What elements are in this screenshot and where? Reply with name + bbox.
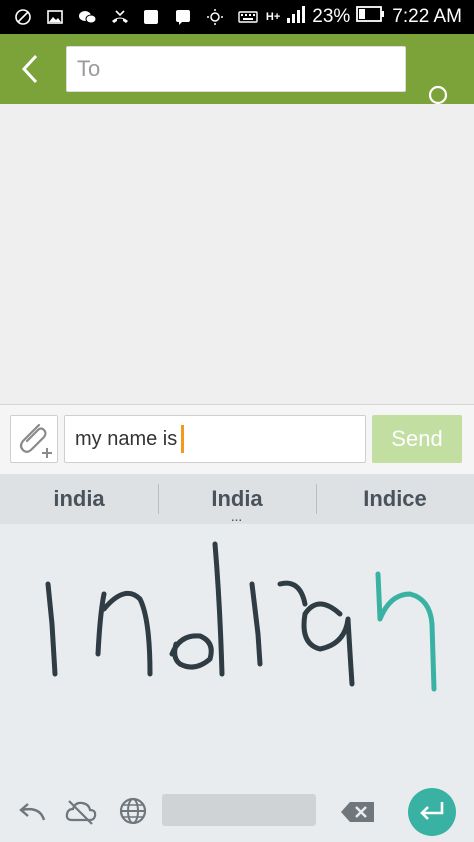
enter-icon: [420, 801, 444, 820]
dnd-icon: [14, 8, 32, 26]
space-key[interactable]: [162, 794, 316, 826]
handwriting-canvas[interactable]: [0, 524, 474, 784]
keyboard-toolbar: [0, 784, 474, 842]
clock: 7:22 AM: [392, 6, 462, 27]
suggestion-bar: india India ... Indice: [0, 474, 474, 524]
message-text: my name is: [75, 427, 178, 450]
brightness-icon: [206, 8, 224, 26]
keyboard-icon: [238, 8, 258, 26]
bim-icon: [142, 8, 160, 26]
paperclip-icon: [19, 423, 52, 458]
attach-button[interactable]: [10, 415, 58, 463]
globe-icon[interactable]: [118, 796, 148, 830]
battery-icon: [356, 5, 386, 29]
bbm-icon: [174, 8, 192, 26]
handwriting-keyboard: india India ... Indice: [0, 474, 474, 842]
status-bar: H+ 23% 7:22 AM: [0, 0, 474, 34]
gallery-icon: [46, 8, 64, 26]
back-icon[interactable]: [14, 52, 48, 86]
suggestion-item[interactable]: Indice: [316, 474, 474, 524]
ink-strokes: [45, 541, 437, 692]
more-suggestions-indicator: ...: [231, 513, 243, 524]
suggestion-item[interactable]: india: [0, 474, 158, 524]
message-input[interactable]: my name is: [64, 415, 366, 463]
undo-icon[interactable]: [18, 798, 48, 830]
to-input[interactable]: [66, 46, 406, 92]
wechat-icon: [78, 8, 97, 26]
text-caret: [181, 425, 185, 453]
cloud-off-icon[interactable]: [64, 798, 98, 830]
suggestion-label: India: [211, 486, 263, 511]
battery-percent: 23%: [312, 6, 351, 27]
enter-key[interactable]: [408, 788, 456, 836]
compose-bar: my name is Send: [0, 404, 474, 475]
backspace-icon[interactable]: [340, 800, 376, 828]
missed-call-icon: [110, 8, 128, 26]
conversation-area: [0, 104, 474, 404]
send-button[interactable]: Send: [372, 415, 462, 463]
suggestion-item[interactable]: India ...: [158, 474, 316, 524]
signal-icon: [286, 4, 306, 30]
network-type: H+: [265, 11, 281, 23]
